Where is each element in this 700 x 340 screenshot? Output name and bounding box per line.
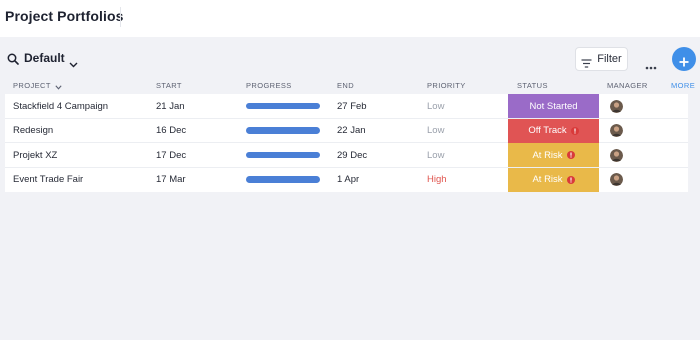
progress-cell (246, 94, 320, 118)
priority-value: Low (427, 149, 445, 161)
status-badge[interactable]: Off Track (508, 118, 599, 143)
table-row[interactable]: Stackfield 4 Campaign 21 Jan 27 Feb Low … (5, 94, 688, 119)
more-options-button[interactable] (641, 50, 661, 70)
table-row[interactable]: Event Trade Fair 17 Mar 1 Apr High At Ri… (5, 167, 688, 193)
column-header-end[interactable]: END (337, 81, 354, 90)
chevron-down-icon (55, 83, 62, 90)
manager-cell (610, 119, 623, 143)
table-row[interactable]: Redesign 16 Dec 22 Jan Low Off Track (5, 118, 688, 143)
projects-table: Stackfield 4 Campaign 21 Jan 27 Feb Low … (5, 94, 688, 192)
manager-cell (610, 168, 623, 192)
progress-cell (246, 168, 320, 192)
progress-bar (246, 151, 320, 159)
avatar[interactable] (610, 99, 623, 113)
column-header-project[interactable]: PROJECT (13, 81, 62, 90)
manager-cell (610, 94, 623, 118)
status-label: Off Track (528, 125, 567, 136)
column-header-progress[interactable]: PROGRESS (246, 81, 292, 90)
alert-icon (570, 126, 579, 135)
view-select[interactable]: Default (24, 50, 78, 68)
status-badge[interactable]: Not Started (508, 94, 599, 118)
project-name: Projekt XZ (13, 149, 58, 161)
start-date: 16 Dec (156, 125, 187, 136)
status-label: At Risk (532, 174, 563, 185)
priority-value: Low (427, 100, 445, 112)
column-header-priority[interactable]: PRIORITY (427, 81, 466, 90)
start-date: 17 Mar (156, 174, 186, 185)
progress-bar (246, 102, 320, 110)
alert-icon (566, 175, 575, 184)
toolbar: Default Filter (0, 37, 700, 79)
view-label: Default (24, 51, 65, 65)
end-date: 1 Apr (337, 174, 360, 185)
start-date: 17 Dec (156, 149, 187, 161)
search-icon[interactable] (7, 52, 19, 65)
more-columns-link[interactable]: MORE (671, 81, 695, 90)
header-divider (120, 7, 121, 27)
avatar[interactable] (610, 124, 623, 137)
progress-cell (246, 119, 320, 143)
alert-icon (566, 151, 575, 159)
progress-cell (246, 143, 320, 167)
page-title: Project Portfolios (5, 8, 124, 24)
end-date: 29 Dec (337, 149, 368, 161)
filter-button[interactable]: Filter (575, 47, 628, 71)
column-header-manager[interactable]: MANAGER (607, 81, 648, 90)
start-date: 21 Jan (156, 100, 185, 112)
status-badge[interactable]: At Risk (508, 167, 599, 192)
column-header-project-label: PROJECT (13, 81, 51, 90)
avatar[interactable] (610, 148, 623, 162)
column-header-start[interactable]: START (156, 81, 182, 90)
project-name: Event Trade Fair (13, 174, 84, 185)
manager-cell (610, 143, 623, 167)
header: Project Portfolios (0, 0, 700, 37)
more-icon (645, 57, 657, 70)
project-name: Stackfield 4 Campaign (13, 100, 109, 112)
priority-value: High (427, 174, 447, 185)
table-row[interactable]: Projekt XZ 17 Dec 29 Dec Low At Risk (5, 143, 688, 168)
status-label: At Risk (532, 149, 563, 161)
status-badge[interactable]: At Risk (508, 143, 599, 167)
status-label: Not Started (529, 100, 578, 112)
chevron-down-icon (69, 55, 78, 68)
priority-value: Low (427, 125, 445, 136)
column-header-status[interactable]: STATUS (517, 81, 548, 90)
add-project-button[interactable] (672, 47, 696, 71)
end-date: 22 Jan (337, 125, 366, 136)
end-date: 27 Feb (337, 100, 367, 112)
project-name: Redesign (13, 125, 54, 136)
progress-bar (246, 176, 320, 183)
filter-icon (581, 55, 592, 68)
avatar[interactable] (610, 173, 623, 186)
plus-icon (679, 54, 689, 67)
filter-label: Filter (597, 53, 622, 65)
progress-bar (246, 127, 320, 134)
